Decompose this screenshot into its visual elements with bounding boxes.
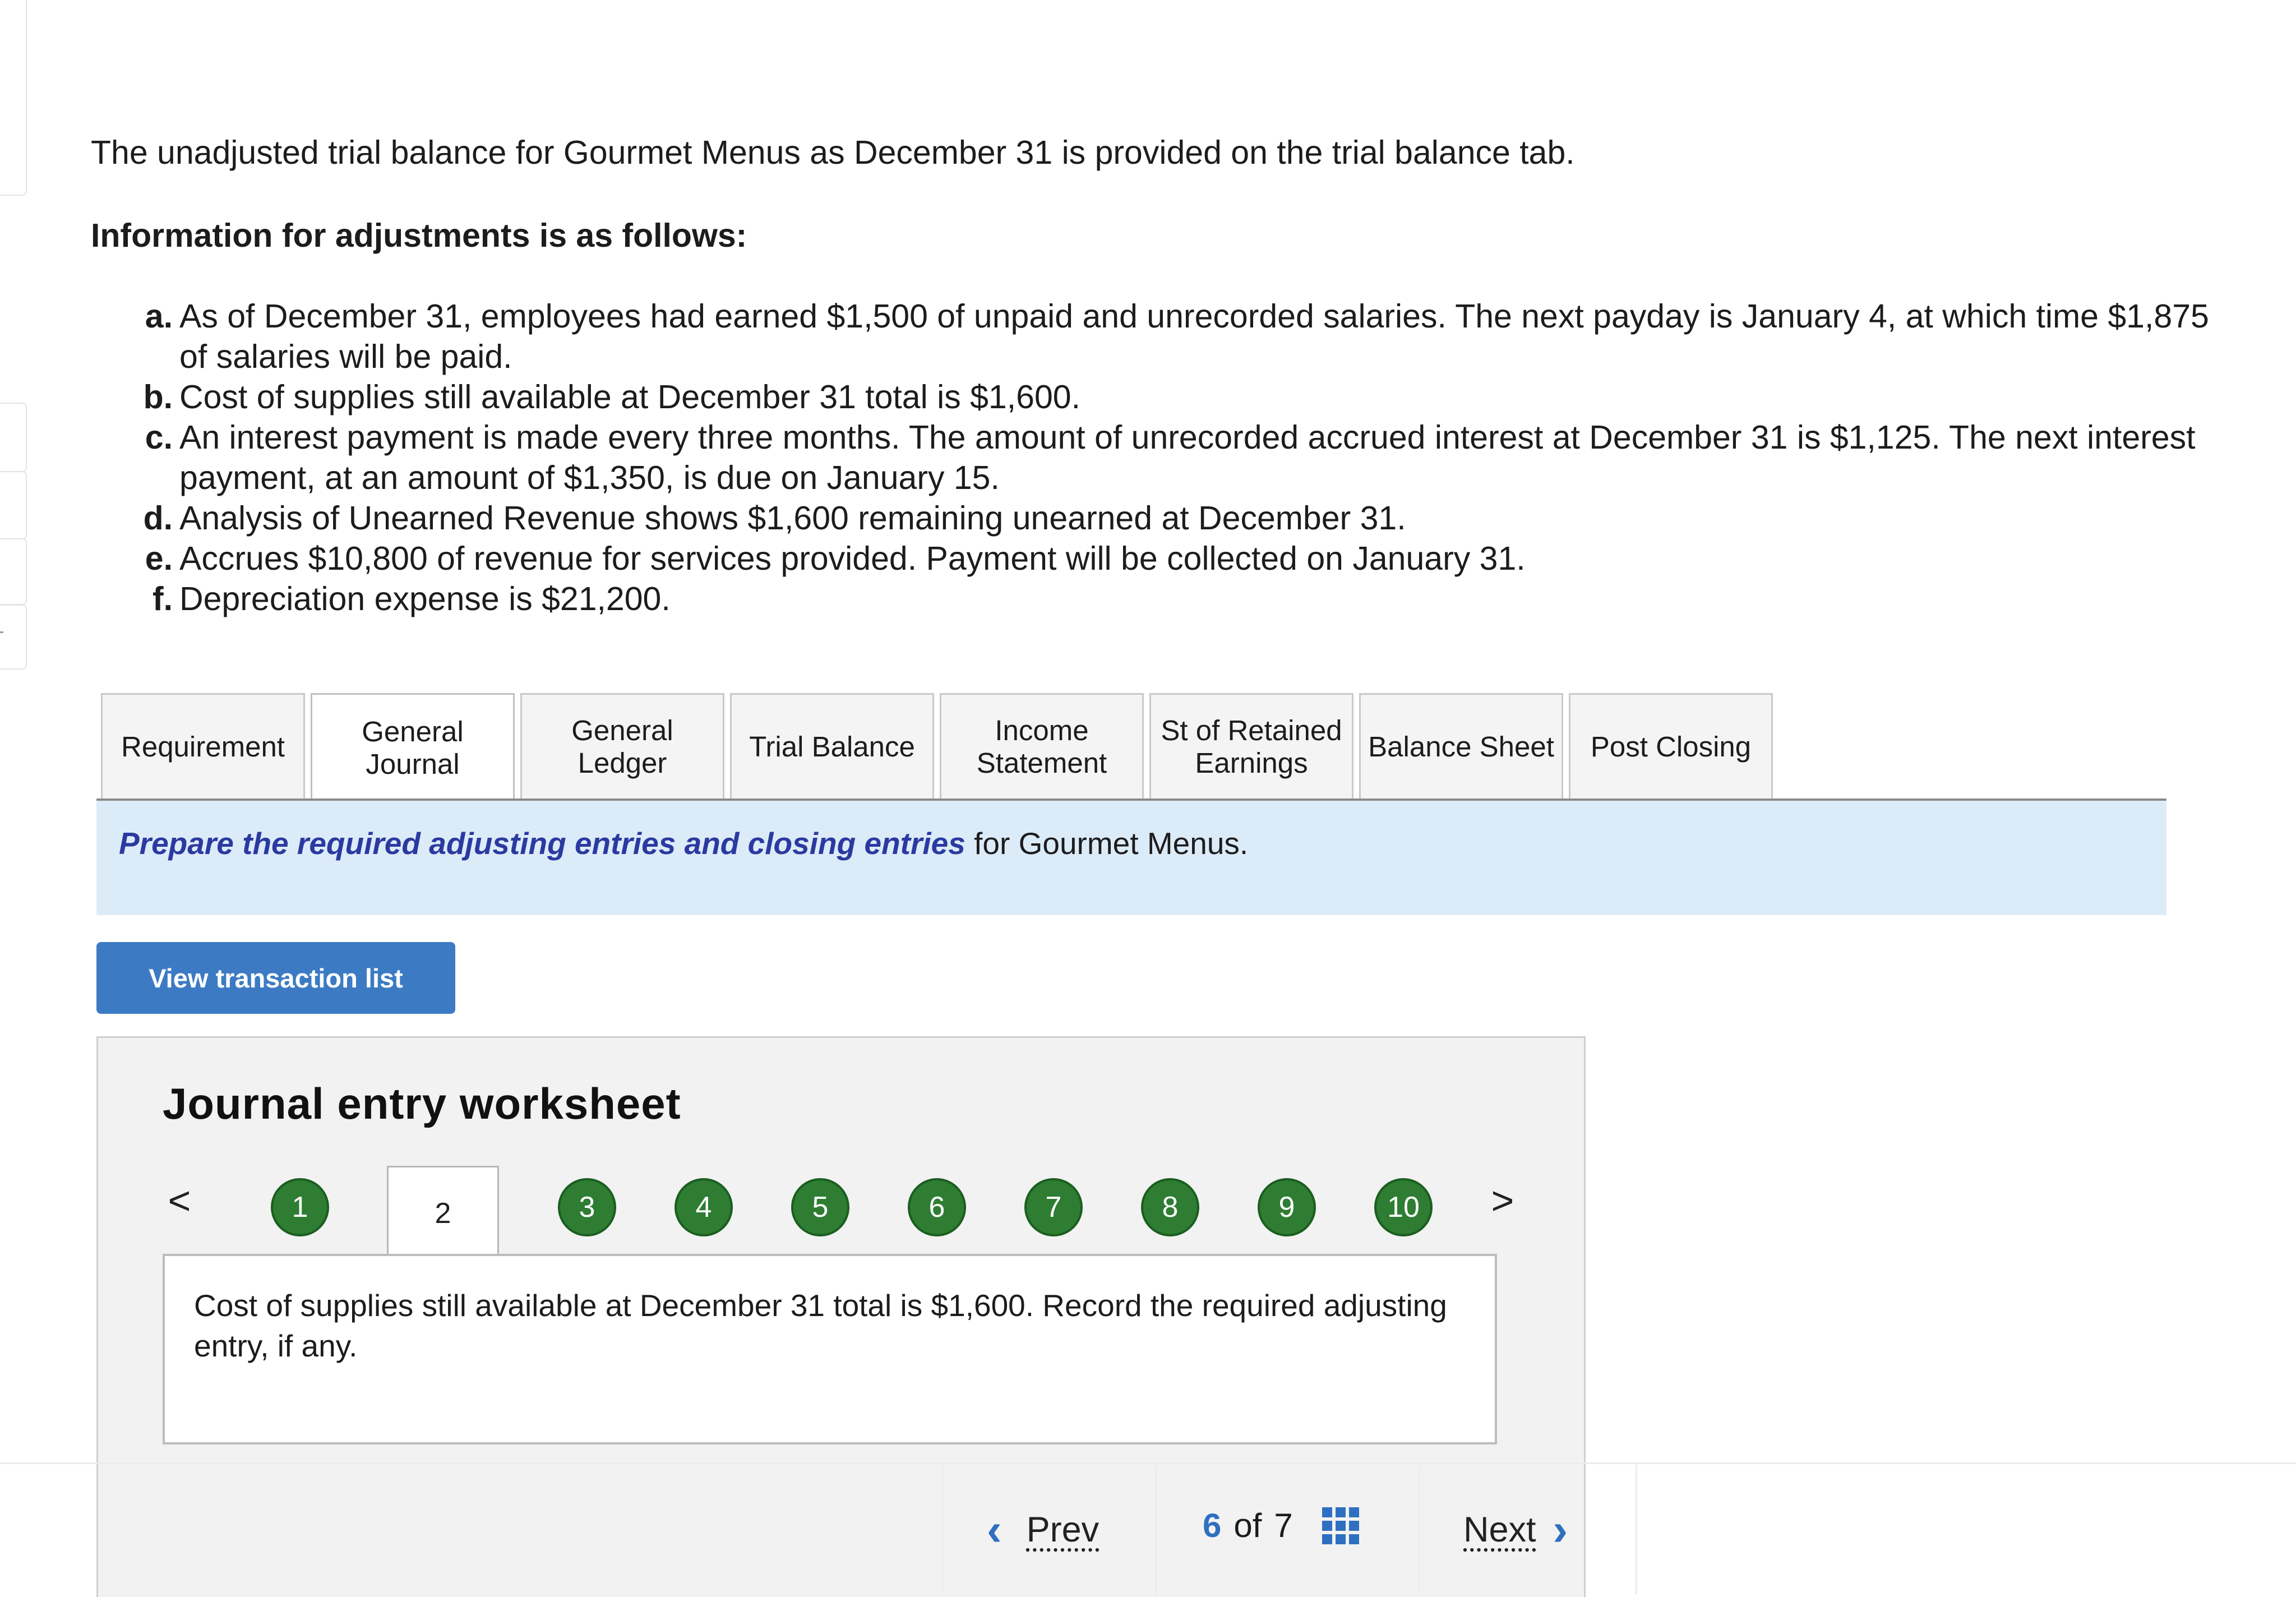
adjustment-text: Analysis of Unearned Revenue shows $1,60… (179, 500, 1406, 537)
adjustment-item: f. Depreciation expense is $21,200. (140, 579, 2215, 619)
adjustment-letter: d. (143, 500, 173, 537)
step-9-button[interactable]: 9 (1258, 1178, 1316, 1236)
footer-separator (1155, 1465, 1157, 1595)
adjustment-text: An interest payment is made every three … (179, 419, 2196, 496)
adjustment-letter: f. (152, 580, 173, 617)
left-panel-edge (0, 471, 27, 539)
adjustment-text: As of December 31, employees had earned … (179, 298, 2209, 375)
worksheet-step-pager: < 1 2 3 4 5 6 7 8 9 10 > (98, 1156, 1584, 1259)
worksheet-prompt-box: Cost of supplies still available at Dece… (163, 1254, 1497, 1444)
chevron-right-icon: › (1553, 1504, 1568, 1554)
adjustment-item: e. Accrues $10,800 of revenue for service… (140, 538, 2215, 579)
step-6-button[interactable]: 6 (908, 1178, 966, 1236)
left-panel-marker (0, 631, 3, 633)
footer-divider (0, 1462, 2296, 1464)
adjustment-letter: c. (145, 419, 173, 456)
step-1-button[interactable]: 1 (271, 1178, 329, 1236)
tab-trial-balance[interactable]: Trial Balance (730, 693, 934, 798)
prev-button[interactable]: ‹ Prev (987, 1504, 1099, 1556)
tab-balance-sheet[interactable]: Balance Sheet (1359, 693, 1563, 798)
tab-income-statement[interactable]: Income Statement (940, 693, 1144, 798)
tab-general-journal[interactable]: General Journal (311, 693, 515, 801)
tab-retained-earnings[interactable]: St of Retained Earnings (1149, 693, 1353, 798)
adjustments-heading: Information for adjustments is as follow… (91, 217, 747, 254)
prev-label: Prev (1026, 1510, 1100, 1549)
adjustments-list: a. As of December 31, employees had earne… (140, 296, 2215, 619)
intro-text: The unadjusted trial balance for Gourmet… (91, 134, 1575, 171)
next-button[interactable]: Next › (1463, 1504, 1568, 1556)
instruction-banner: Prepare the required adjusting entries a… (96, 801, 2166, 915)
next-label: Next (1463, 1510, 1536, 1549)
adjustment-text: Depreciation expense is $21,200. (179, 580, 671, 617)
of-label: of (1234, 1507, 1262, 1544)
left-panel-edge (0, 403, 27, 472)
step-8-button[interactable]: 8 (1141, 1178, 1199, 1236)
step-10-button[interactable]: 10 (1374, 1178, 1433, 1236)
total-pages: 7 (1274, 1507, 1293, 1544)
step-3-button[interactable]: 3 (558, 1178, 616, 1236)
instruction-rest: for Gourmet Menus. (965, 826, 1249, 861)
current-page: 6 (1203, 1507, 1222, 1544)
left-panel-edge (0, 0, 27, 196)
step-4-button[interactable]: 4 (675, 1178, 733, 1236)
step-prev-arrow-icon[interactable]: < (165, 1181, 193, 1220)
tab-bar: Requirement General Journal General Ledg… (101, 693, 1773, 801)
tab-post-closing[interactable]: Post Closing (1569, 693, 1773, 798)
footer-separator (942, 1465, 944, 1595)
step-5-button[interactable]: 5 (791, 1178, 849, 1236)
page-counter: 6 of 7 (1203, 1506, 1359, 1545)
step-next-arrow-icon[interactable]: > (1489, 1181, 1517, 1220)
chevron-left-icon: ‹ (987, 1504, 1002, 1554)
instruction-text: Prepare the required adjusting entries a… (119, 823, 1248, 864)
adjustment-item: b. Cost of supplies still available at De… (140, 377, 2215, 417)
footer-separator (1636, 1465, 1637, 1595)
instruction-emphasis: Prepare the required adjusting entries a… (119, 826, 965, 861)
worksheet-prompt: Cost of supplies still available at Dece… (194, 1288, 1447, 1363)
adjustment-letter: b. (143, 379, 173, 416)
tab-general-ledger[interactable]: General Ledger (520, 693, 724, 798)
adjustment-letter: a. (145, 298, 173, 335)
tab-requirement[interactable]: Requirement (101, 693, 305, 798)
footer-separator (1419, 1465, 1420, 1595)
step-7-button[interactable]: 7 (1024, 1178, 1083, 1236)
step-2-tab[interactable]: 2 (387, 1166, 499, 1259)
adjustment-text: Cost of supplies still available at Dece… (179, 379, 1080, 416)
left-panel-edge (0, 538, 27, 605)
adjustment-item: c. An interest payment is made every thre… (140, 417, 2215, 498)
adjustment-item: a. As of December 31, employees had earne… (140, 296, 2215, 377)
left-panel-edge (0, 604, 27, 670)
question-navigation: ‹ Prev 6 of 7 Next › (942, 1465, 1637, 1595)
question-grid-icon[interactable] (1322, 1507, 1359, 1544)
adjustment-text: Accrues $10,800 of revenue for services … (179, 540, 1526, 577)
view-transaction-list-button[interactable]: View transaction list (96, 942, 455, 1014)
worksheet-title: Journal entry worksheet (163, 1079, 681, 1128)
adjustment-letter: e. (145, 540, 173, 577)
adjustment-item: d. Analysis of Unearned Revenue shows $1,… (140, 498, 2215, 538)
